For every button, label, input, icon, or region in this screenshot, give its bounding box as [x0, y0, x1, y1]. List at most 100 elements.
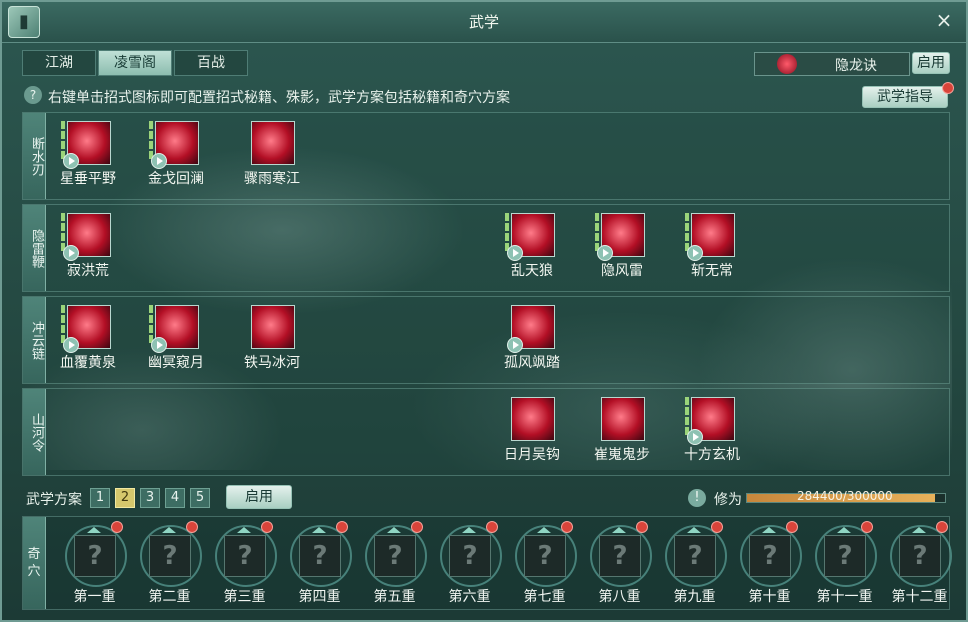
skill-name: 斩无常	[691, 263, 733, 279]
qixue-slot[interactable]: ? 第八重	[582, 517, 657, 609]
play-icon[interactable]	[687, 245, 703, 261]
scheme-apply-button[interactable]: 启用	[226, 485, 292, 509]
question-icon[interactable]: ?	[524, 535, 566, 577]
cultivation-label: 修为	[714, 492, 742, 508]
up-arrow-icon	[687, 527, 701, 533]
scheme-5-button[interactable]: 5	[190, 488, 210, 508]
scheme-1-button[interactable]: 1	[90, 488, 110, 508]
slot-name: 第五重	[373, 589, 416, 605]
skill-icon[interactable]	[251, 121, 295, 165]
row-label-text: 断水刃	[29, 136, 44, 176]
skill-row: 山河令 日月吴钩 崔嵬鬼步 十方玄机	[22, 388, 950, 476]
skill-name: 血覆黄泉	[60, 355, 116, 371]
close-icon[interactable]: ×	[932, 8, 956, 32]
slot-name: 第一重	[73, 589, 116, 605]
guide-button[interactable]: 武学指导	[862, 86, 948, 108]
up-arrow-icon	[762, 527, 776, 533]
play-icon[interactable]	[687, 429, 703, 445]
skill-name: 铁马冰河	[244, 355, 300, 371]
cultivation-progress-bar: 284400/300000	[746, 489, 946, 503]
slot-name: 第十重	[748, 589, 791, 605]
play-icon[interactable]	[63, 153, 79, 169]
slot-notification-dot	[486, 521, 498, 533]
qixue-slot[interactable]: ? 第七重	[507, 517, 582, 609]
row-label: 山河令	[23, 389, 46, 475]
skill-name: 幽冥窥月	[148, 355, 204, 371]
tab-jianghu[interactable]: 江湖	[22, 50, 96, 76]
skill-icon[interactable]	[601, 397, 645, 441]
slot-notification-dot	[936, 521, 948, 533]
qixue-slot[interactable]: ? 第十重	[732, 517, 807, 609]
tab-bar: 江湖 凌雪阁 百战	[22, 50, 250, 76]
up-arrow-icon	[837, 527, 851, 533]
question-icon[interactable]: ?	[749, 535, 791, 577]
row-label-text: 冲云链	[29, 320, 44, 360]
slot-notification-dot	[711, 521, 723, 533]
play-icon[interactable]	[507, 337, 523, 353]
skill-name: 孤风飒踏	[504, 355, 560, 371]
slot-name: 第四重	[298, 589, 341, 605]
info-icon[interactable]: !	[688, 489, 706, 507]
up-arrow-icon	[162, 527, 176, 533]
scheme-2-button[interactable]: 2	[115, 488, 135, 508]
question-icon[interactable]: ?	[599, 535, 641, 577]
hint-text: 右键单击招式图标即可配置招式秘籍、殊影，武学方案包括秘籍和奇穴方案	[48, 90, 510, 106]
qixue-slot[interactable]: ? 第四重	[282, 517, 357, 609]
tab-lingxuege[interactable]: 凌雪阁	[98, 50, 172, 76]
skill-name: 隐风雷	[601, 263, 643, 279]
skill-icon[interactable]	[251, 305, 295, 349]
qixue-slot[interactable]: ? 第三重	[207, 517, 282, 609]
play-icon[interactable]	[597, 245, 613, 261]
qixue-slot[interactable]: ? 第一重	[57, 517, 132, 609]
slot-name: 第六重	[448, 589, 491, 605]
slot-notification-dot	[336, 521, 348, 533]
play-icon[interactable]	[151, 337, 167, 353]
tab-baizhan[interactable]: 百战	[174, 50, 248, 76]
question-icon[interactable]: ?	[299, 535, 341, 577]
question-icon[interactable]: ?	[149, 535, 191, 577]
question-icon[interactable]: ?	[899, 535, 941, 577]
slot-name: 第十二重	[891, 589, 948, 605]
slot-name: 第九重	[673, 589, 716, 605]
help-icon[interactable]: ?	[24, 86, 42, 104]
question-icon[interactable]: ?	[674, 535, 716, 577]
skill-name: 金戈回澜	[148, 171, 204, 187]
qixue-slot[interactable]: ? 第十二重	[882, 517, 957, 609]
qixue-slot[interactable]: ? 第五重	[357, 517, 432, 609]
yinlong-icon	[777, 54, 797, 74]
slot-name: 第七重	[523, 589, 566, 605]
question-icon[interactable]: ?	[824, 535, 866, 577]
question-icon[interactable]: ?	[374, 535, 416, 577]
play-icon[interactable]	[507, 245, 523, 261]
cultivation-value: 284400/300000	[797, 489, 893, 503]
play-icon[interactable]	[63, 337, 79, 353]
skill-name: 十方玄机	[684, 447, 740, 463]
skill-icon[interactable]	[511, 397, 555, 441]
slot-name: 第八重	[598, 589, 641, 605]
qixue-label: 奇穴	[23, 517, 46, 609]
qixue-slot[interactable]: ? 第九重	[657, 517, 732, 609]
up-arrow-icon	[312, 527, 326, 533]
question-icon[interactable]: ?	[449, 535, 491, 577]
skill-row: 隐雷鞭 寂洪荒 乱天狼 隐风雷 斩无常	[22, 204, 950, 292]
qixue-slot[interactable]: ? 第二重	[132, 517, 207, 609]
scheme-4-button[interactable]: 4	[165, 488, 185, 508]
scheme-3-button[interactable]: 3	[140, 488, 160, 508]
qixue-slot[interactable]: ? 第六重	[432, 517, 507, 609]
qixue-slot[interactable]: ? 第十一重	[807, 517, 882, 609]
up-arrow-icon	[912, 527, 926, 533]
play-icon[interactable]	[151, 153, 167, 169]
skill-row: 断水刃 星垂平野 金戈回澜 骤雨寒江	[22, 112, 950, 200]
slot-notification-dot	[411, 521, 423, 533]
yinlong-label: 隐龙诀	[835, 58, 877, 74]
yinlong-enable-button[interactable]: 启用	[912, 52, 950, 74]
up-arrow-icon	[387, 527, 401, 533]
question-icon[interactable]: ?	[224, 535, 266, 577]
guide-notification-dot	[942, 82, 954, 94]
play-icon[interactable]	[63, 245, 79, 261]
question-icon[interactable]: ?	[74, 535, 116, 577]
up-arrow-icon	[537, 527, 551, 533]
skill-name: 骤雨寒江	[244, 171, 300, 187]
yinlong-panel: 隐龙诀	[754, 52, 910, 76]
title-bar[interactable]: ▮ 武学 ×	[2, 2, 966, 43]
